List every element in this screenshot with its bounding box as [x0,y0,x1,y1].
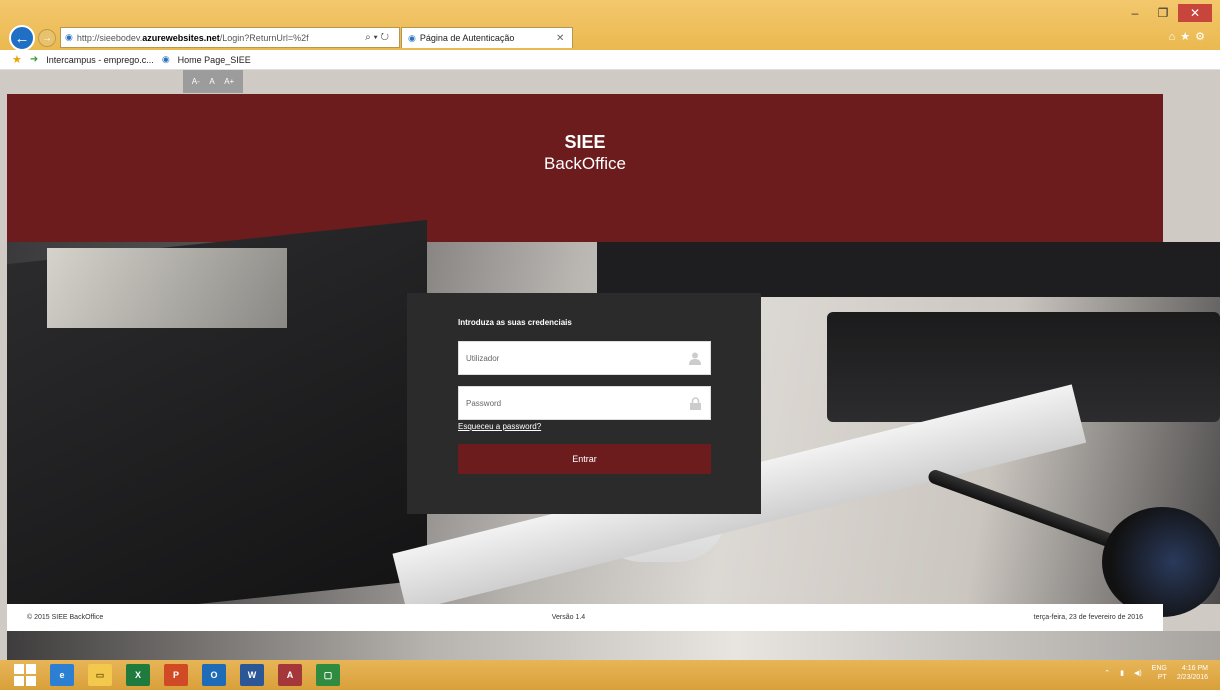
lock-icon [680,396,710,410]
url-text[interactable]: http://sieebodev.azurewebsites.net/Login… [77,33,355,43]
page-footer: © 2015 SIEE BackOffice Versão 1.4 terça-… [7,604,1163,631]
favorites-star-icon[interactable]: ★ [12,53,22,66]
search-refresh-icon[interactable]: ⌕ ▾ ↻ [355,32,399,43]
font-increase-button[interactable]: A+ [224,77,234,86]
footer-date: terça-feira, 23 de fevereiro de 2016 [1033,614,1143,621]
tab-site-icon: ◉ [408,32,416,43]
font-decrease-button[interactable]: A- [192,77,200,86]
forward-icon[interactable]: → [38,29,56,47]
project-icon[interactable]: ▢ [316,664,340,686]
login-submit-button[interactable]: Entrar [458,444,711,474]
header-banner: SIEE BackOffice [7,94,1163,242]
add-favorite-arrow-icon[interactable]: ➜ [30,54,38,65]
site-icon: ◉ [161,54,170,64]
headphone-shape [1102,507,1220,617]
footer-copyright: © 2015 SIEE BackOffice [27,614,104,621]
access-icon[interactable]: A [278,664,302,686]
background-lower-image [7,631,1220,660]
network-icon[interactable]: ▮ [1120,669,1124,677]
site-icon: ◉ [65,32,73,42]
close-icon[interactable]: ✕ [1178,4,1212,22]
window-controls: – ❐ ✕ [1122,4,1212,22]
tab-close-icon[interactable]: ✕ [556,33,572,44]
back-icon[interactable]: ← [9,25,35,51]
ie-icon[interactable]: e [50,664,74,686]
browser-tab[interactable]: ◉ Página de Autenticação ✕ [401,27,573,48]
page-content: A- A A+ SIEE BackOffice Introduza as sua… [0,70,1220,660]
login-panel: Introduza as suas credenciais Utilizador… [407,293,761,514]
user-icon [680,352,710,365]
minimize-icon[interactable]: – [1122,4,1148,22]
favorites-star-icon[interactable]: ★ [1180,31,1195,43]
excel-icon[interactable]: X [126,664,150,686]
favorite-link-intercampus[interactable]: Intercampus - emprego.c... [46,55,154,65]
forgot-password-link[interactable]: Esqueceu a password? [458,422,541,431]
footer-version: Versão 1.4 [551,614,586,621]
settings-gear-icon[interactable]: ⚙ [1195,31,1210,43]
home-icon[interactable]: ⌂ [1169,31,1181,43]
explorer-icon[interactable]: ▭ [88,664,112,686]
tray-chevron-icon[interactable]: ⌃ [1104,669,1110,677]
toolbar-icons: ⌂★⚙ [1169,30,1210,43]
tab-title: Página de Autenticação [419,33,515,43]
login-heading: Introduza as suas credenciais [458,318,572,327]
system-tray: ⌃ ▮ ◀) ENG PT 4:16 PM 2/23/2016 [1104,664,1208,682]
favorite-link-home-siee[interactable]: Home Page_SIEE [178,55,251,65]
font-size-controls: A- A A+ [183,70,243,93]
font-normal-button[interactable]: A [209,77,214,86]
password-placeholder: Password [466,398,502,408]
monitor-screen-shape [47,248,287,328]
address-bar[interactable]: ◉ http://sieebodev.azurewebsites.net/Log… [60,27,400,48]
system-clock[interactable]: 4:16 PM 2/23/2016 [1177,664,1208,682]
browser-titlebar: – ❐ ✕ ← → ◉ http://sieebodev.azurewebsit… [0,0,1220,51]
favorites-bar: ★ ➜ Intercampus - emprego.c... ◉ Home Pa… [0,50,1220,70]
windows-start-icon[interactable] [14,664,36,686]
password-input[interactable]: Password [458,386,711,420]
banner-title: SIEE [564,132,606,152]
restore-icon[interactable]: ❐ [1150,4,1176,22]
word-icon[interactable]: W [240,664,264,686]
username-placeholder: Utilizador [466,353,500,363]
powerpoint-icon[interactable]: P [164,664,188,686]
monitor-top-shape [597,242,1220,297]
banner-subtitle: BackOffice [544,154,626,173]
windows-taskbar: e ▭ X P O W A ▢ [0,660,1220,690]
language-indicator[interactable]: ENG PT [1152,664,1167,682]
volume-icon[interactable]: ◀) [1134,669,1142,677]
outlook-icon[interactable]: O [202,664,226,686]
username-input[interactable]: Utilizador [458,341,711,375]
